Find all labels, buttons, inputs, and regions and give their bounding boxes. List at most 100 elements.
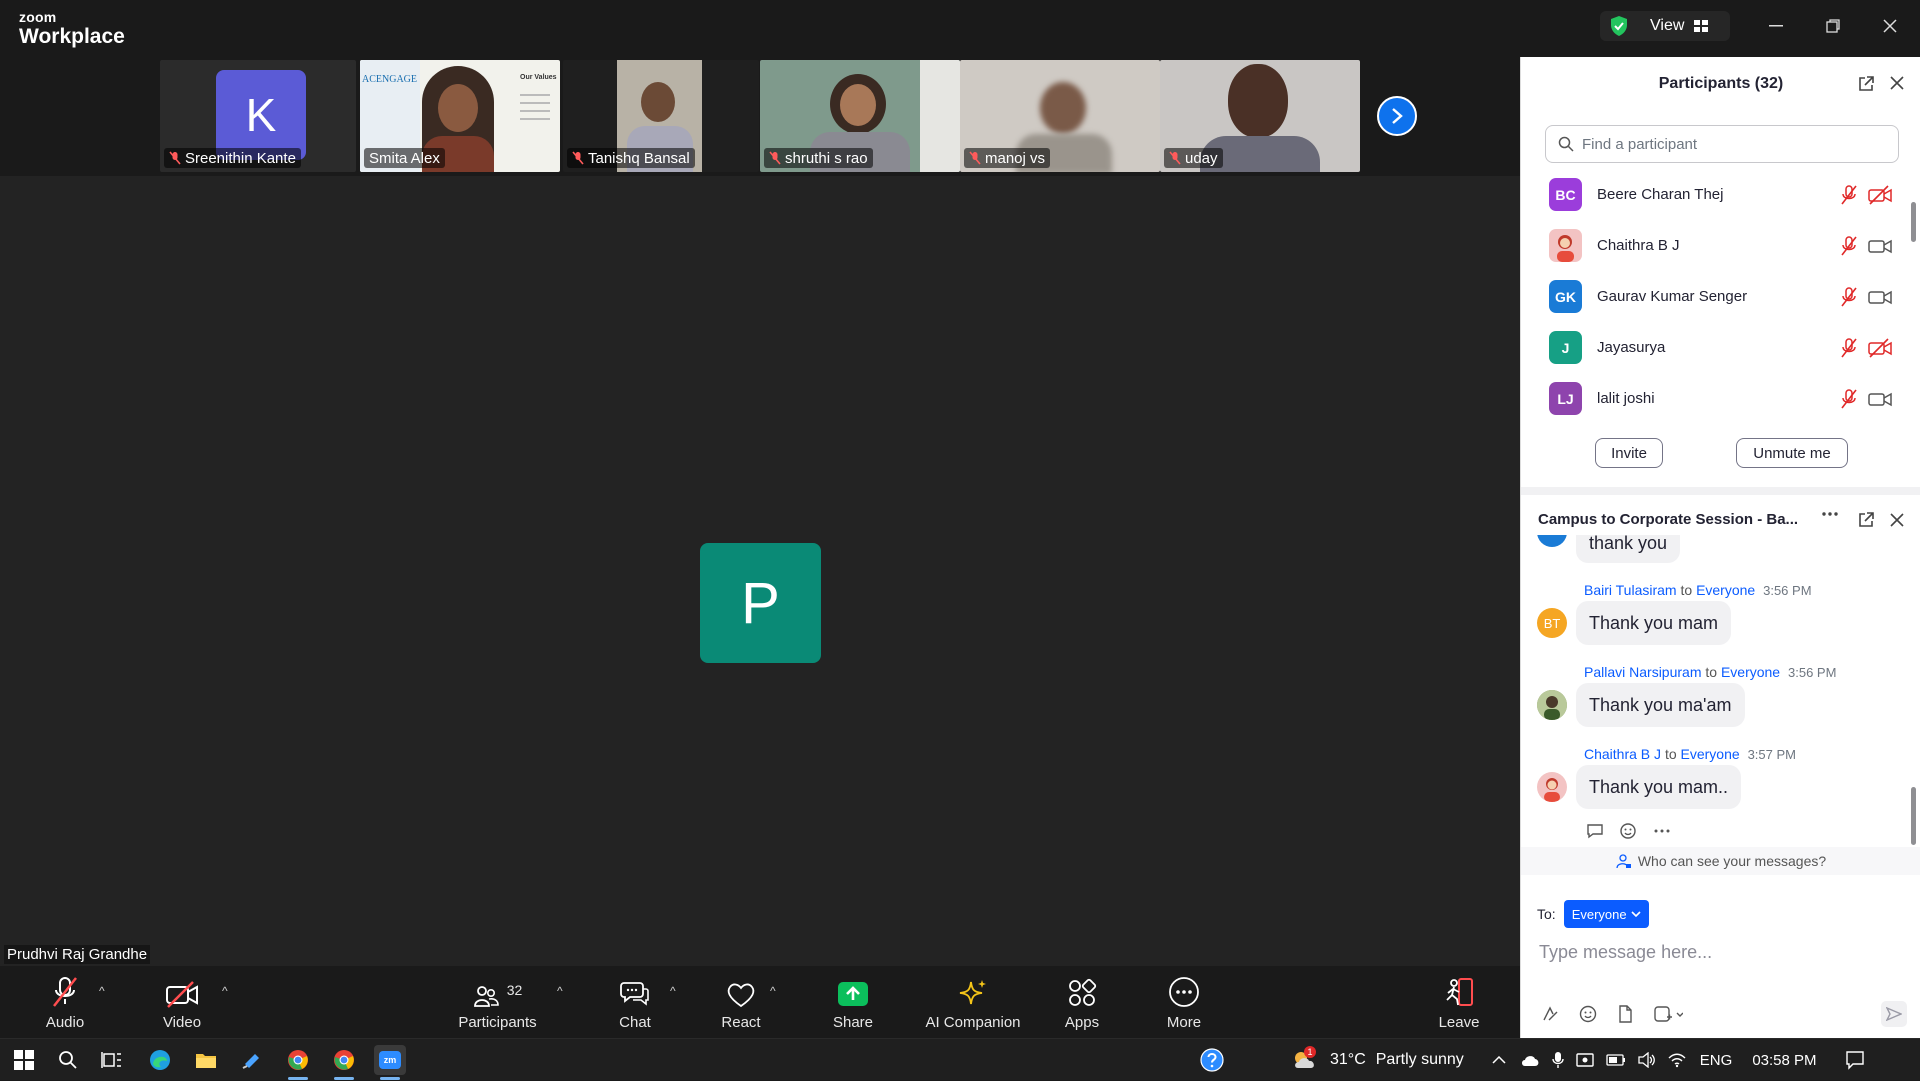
participants-button[interactable]: 32 Participants bbox=[455, 974, 540, 1031]
share-button[interactable]: Share bbox=[830, 974, 876, 1031]
leave-button[interactable]: Leave bbox=[1437, 974, 1481, 1031]
sender-name[interactable]: Chaithra B J bbox=[1584, 746, 1661, 762]
windows-start-icon[interactable] bbox=[8, 1045, 40, 1075]
muted-mic-icon[interactable] bbox=[1839, 337, 1859, 359]
recipient-select[interactable]: Everyone bbox=[1563, 900, 1649, 928]
video-tile[interactable]: uday bbox=[1160, 60, 1360, 172]
windows-taskbar: zm 1 31°C Partly sunny ENG 03:58 PM bbox=[0, 1038, 1920, 1080]
person-lock-icon bbox=[1616, 853, 1632, 869]
react-label: React bbox=[721, 1014, 761, 1031]
microphone-icon[interactable] bbox=[1552, 1051, 1564, 1069]
format-text-icon[interactable] bbox=[1541, 1005, 1559, 1023]
participant-row[interactable]: BC Beere Charan Thej bbox=[1521, 169, 1920, 220]
send-button[interactable] bbox=[1881, 1001, 1907, 1027]
video-tile[interactable]: shruthi s rao bbox=[760, 60, 960, 172]
video-camera-icon[interactable] bbox=[1868, 389, 1892, 409]
close-window-button[interactable] bbox=[1870, 9, 1910, 43]
chat-message: Pallavi Narsipuram to Everyone 3:56 PM T… bbox=[1521, 662, 1920, 732]
edge-browser-icon[interactable] bbox=[144, 1045, 176, 1075]
invite-button[interactable]: Invite bbox=[1595, 438, 1663, 468]
emoji-icon[interactable] bbox=[1579, 1005, 1597, 1023]
notification-icon[interactable] bbox=[1845, 1050, 1865, 1070]
battery-icon[interactable] bbox=[1606, 1054, 1626, 1066]
chat-close-icon[interactable] bbox=[1889, 512, 1905, 528]
next-page-arrow-button[interactable] bbox=[1377, 96, 1417, 136]
participant-row[interactable]: Chaithra B J bbox=[1521, 220, 1920, 271]
search-icon[interactable] bbox=[52, 1045, 84, 1075]
wifi-icon[interactable] bbox=[1668, 1052, 1686, 1068]
close-icon[interactable] bbox=[1889, 75, 1905, 91]
chat-pop-out-icon[interactable] bbox=[1857, 511, 1875, 529]
sender-name[interactable]: Bairi Tulasiram bbox=[1584, 582, 1677, 598]
message-more-icon[interactable] bbox=[1653, 828, 1671, 834]
video-tile[interactable]: Tanishq Bansal bbox=[563, 60, 759, 172]
grid-view-icon bbox=[1694, 20, 1709, 32]
participant-row[interactable]: GK Gaurav Kumar Senger bbox=[1521, 271, 1920, 322]
temperature[interactable]: 31°C bbox=[1330, 1051, 1366, 1069]
apps-button[interactable]: Apps bbox=[1062, 974, 1102, 1031]
slide-heading: Our Values bbox=[520, 74, 557, 81]
restore-button[interactable] bbox=[1813, 9, 1853, 43]
audio-options-caret[interactable]: ^ bbox=[99, 984, 105, 998]
apps-icon bbox=[1067, 974, 1097, 1008]
app-launcher-icon[interactable] bbox=[236, 1045, 268, 1075]
participant-name: Gaurav Kumar Senger bbox=[1597, 288, 1748, 305]
video-options-caret[interactable]: ^ bbox=[222, 984, 228, 998]
video-tile[interactable]: K Sreenithin Kante bbox=[160, 60, 356, 172]
screenshot-icon[interactable] bbox=[1653, 1005, 1683, 1023]
muted-mic-icon[interactable] bbox=[1839, 235, 1859, 257]
video-off-icon[interactable] bbox=[1868, 184, 1892, 205]
minimize-button[interactable] bbox=[1756, 9, 1796, 43]
participants-options-caret[interactable]: ^ bbox=[557, 984, 563, 998]
weather-text[interactable]: Partly sunny bbox=[1376, 1051, 1464, 1069]
chat-options-caret[interactable]: ^ bbox=[670, 984, 676, 998]
muted-mic-icon[interactable] bbox=[1839, 184, 1859, 206]
muted-mic-icon[interactable] bbox=[1839, 286, 1859, 308]
chat-more-options-icon[interactable] bbox=[1821, 511, 1839, 517]
chevron-up-icon[interactable] bbox=[1492, 1056, 1506, 1064]
encryption-shield-icon[interactable] bbox=[1608, 15, 1630, 37]
muted-mic-icon[interactable] bbox=[1839, 388, 1859, 410]
video-button[interactable]: Video bbox=[157, 974, 207, 1031]
view-button[interactable]: View bbox=[1650, 11, 1709, 41]
onedrive-cloud-icon[interactable] bbox=[1520, 1053, 1540, 1067]
more-button[interactable]: More bbox=[1163, 974, 1205, 1031]
video-camera-icon[interactable] bbox=[1868, 287, 1892, 307]
chat-message-input[interactable] bbox=[1539, 937, 1899, 967]
chrome-icon[interactable] bbox=[328, 1045, 360, 1080]
sender-name[interactable]: Pallavi Narsipuram bbox=[1584, 664, 1701, 680]
language-indicator[interactable]: ENG bbox=[1700, 1052, 1733, 1069]
participant-name: Smita Alex bbox=[369, 149, 440, 167]
reply-thread-icon[interactable] bbox=[1585, 822, 1605, 840]
attach-file-icon[interactable] bbox=[1617, 1005, 1633, 1023]
display-capture-icon[interactable] bbox=[1576, 1052, 1594, 1068]
video-camera-icon[interactable] bbox=[1868, 236, 1892, 256]
video-off-icon[interactable] bbox=[1868, 337, 1892, 358]
volume-icon[interactable] bbox=[1638, 1052, 1656, 1068]
participants-scrollbar[interactable] bbox=[1911, 202, 1916, 242]
chrome-icon[interactable] bbox=[282, 1045, 314, 1080]
participant-row[interactable]: J Jayasurya bbox=[1521, 322, 1920, 373]
help-icon[interactable] bbox=[1196, 1045, 1228, 1075]
add-reaction-icon[interactable] bbox=[1619, 822, 1639, 840]
video-tile[interactable]: manoj vs bbox=[960, 60, 1160, 172]
message-actions bbox=[1585, 822, 1671, 840]
zoom-app-icon[interactable]: zm bbox=[374, 1045, 406, 1080]
chat-button[interactable]: Chat bbox=[615, 974, 655, 1031]
video-tile[interactable]: ACENGAGE Our Values Smita Alex bbox=[360, 60, 560, 172]
audio-button[interactable]: Audio bbox=[40, 974, 90, 1031]
weather-cloud-icon[interactable]: 1 bbox=[1290, 1046, 1320, 1072]
chat-scrollbar[interactable] bbox=[1911, 787, 1916, 845]
participant-row[interactable]: LJ lalit joshi bbox=[1521, 373, 1920, 424]
file-explorer-icon[interactable] bbox=[190, 1045, 222, 1075]
participant-search[interactable]: Find a participant bbox=[1545, 125, 1899, 163]
react-options-caret[interactable]: ^ bbox=[770, 984, 776, 998]
ai-companion-button[interactable]: AI Companion bbox=[922, 974, 1024, 1031]
pop-out-icon[interactable] bbox=[1857, 75, 1875, 93]
view-label: View bbox=[1650, 17, 1685, 34]
unmute-me-button[interactable]: Unmute me bbox=[1736, 438, 1848, 468]
who-can-see-link[interactable]: Who can see your messages? bbox=[1521, 847, 1920, 875]
task-view-icon[interactable] bbox=[96, 1045, 128, 1075]
clock[interactable]: 03:58 PM bbox=[1752, 1052, 1816, 1069]
react-button[interactable]: React bbox=[720, 974, 762, 1031]
